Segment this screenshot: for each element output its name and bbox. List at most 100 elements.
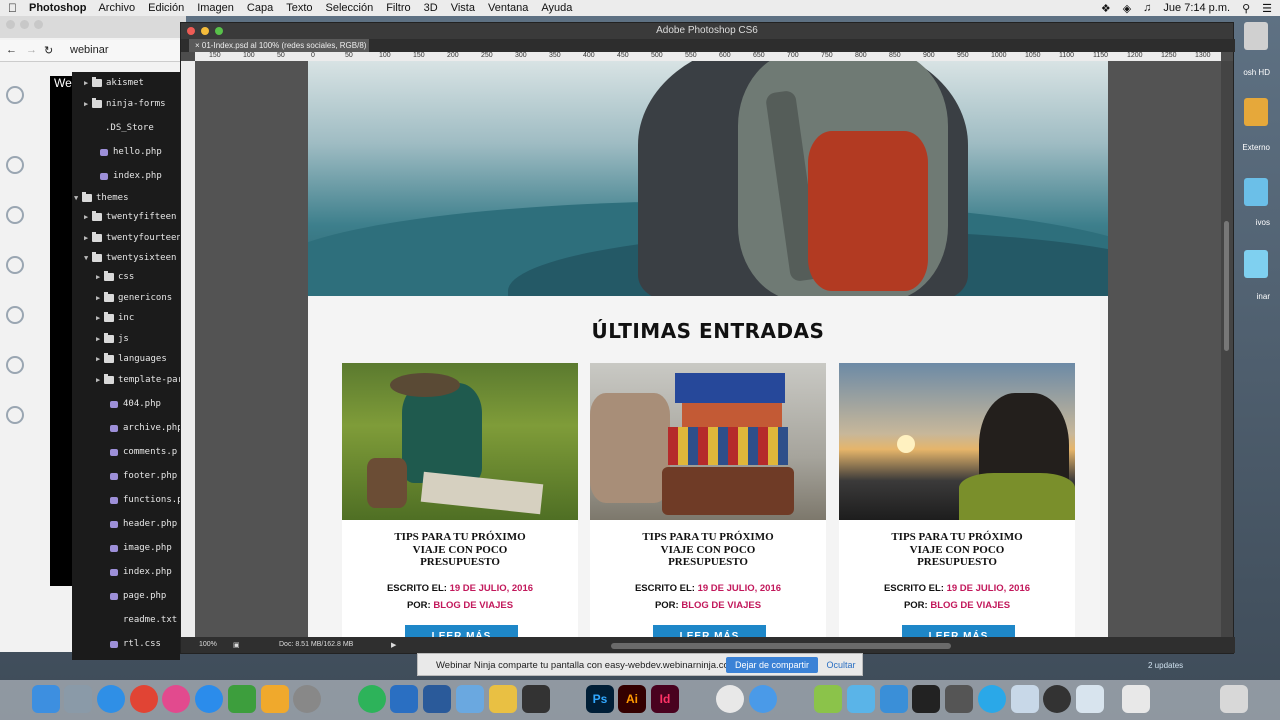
menu-edicion[interactable]: Edición [148, 2, 184, 14]
tree-item[interactable]: page.php [110, 589, 166, 603]
menu-archivo[interactable]: Archivo [98, 2, 135, 14]
tree-item[interactable]: ▶ ninja-forms [84, 97, 166, 111]
tree-item[interactable]: ▼ twentysixteen [84, 251, 176, 265]
hide-button[interactable]: Ocultar [822, 657, 860, 673]
virtualbox-icon[interactable] [456, 685, 484, 713]
tree-item[interactable]: functions.ph [110, 493, 180, 507]
zoom-dot-icon[interactable] [215, 27, 223, 35]
evernote-icon[interactable] [228, 685, 256, 713]
wifi-icon[interactable]: ◈ [1123, 2, 1131, 15]
expand-arrow-icon[interactable]: ▶ [96, 376, 104, 384]
tree-item[interactable]: 404.php [110, 397, 161, 411]
ps-canvas[interactable]: ÚLTIMAS ENTRADAS TIPS PARA TU PRÓXIMO VI… [195, 61, 1221, 639]
minimize-dot-icon[interactable] [201, 27, 209, 35]
menu-vista[interactable]: Vista [451, 2, 475, 14]
close-tab-icon[interactable]: × [195, 41, 202, 50]
dropbox-icon[interactable]: ❖ [1101, 2, 1111, 15]
expand-arrow-icon[interactable]: ▶ [84, 79, 92, 87]
tree-item[interactable]: readme.txt [110, 613, 177, 627]
chrome-icon[interactable] [130, 685, 158, 713]
expand-arrow-icon[interactable]: ▶ [84, 213, 92, 221]
screenflow-icon[interactable] [945, 685, 973, 713]
menu-3d[interactable]: 3D [424, 2, 438, 14]
zoom-level[interactable]: 100% [199, 641, 217, 648]
tree-item[interactable]: ▶ inc [96, 311, 134, 325]
terminal-icon[interactable] [912, 685, 940, 713]
globe-icon[interactable] [6, 206, 24, 224]
mail-icon[interactable] [749, 685, 777, 713]
launchpad-icon[interactable] [64, 685, 92, 713]
tree-item[interactable]: ▶ template-par [96, 373, 180, 387]
notifications-icon[interactable]: ☰ [1262, 2, 1272, 15]
browser-address[interactable]: webinar [70, 44, 109, 56]
tree-item[interactable]: image.php [110, 541, 172, 555]
expand-arrow-icon[interactable]: ▶ [96, 355, 104, 363]
volume-icon[interactable]: ♫ [1143, 2, 1151, 14]
tree-item[interactable]: footer.php [110, 469, 177, 483]
photoshop-app-icon[interactable]: Ps [586, 685, 614, 713]
tree-item[interactable]: index.php [100, 169, 162, 183]
menu-texto[interactable]: Texto [286, 2, 312, 14]
sketch-icon[interactable] [261, 685, 289, 713]
itunes-icon[interactable] [162, 685, 190, 713]
stop-sharing-button[interactable]: Dejar de compartir [726, 657, 818, 673]
home-icon[interactable] [6, 156, 24, 174]
document-tab[interactable]: × 01-Index.psd al 100% (redes sociales, … [189, 39, 369, 52]
apple-menu-icon[interactable]:  [8, 1, 17, 15]
ps-vertical-scrollbar[interactable] [1221, 61, 1233, 639]
network-icon[interactable] [6, 306, 24, 324]
tree-item[interactable]: .DS_Store [92, 121, 154, 135]
desktop-label[interactable]: Externo [1242, 143, 1270, 152]
tree-item[interactable]: index.php [110, 565, 172, 579]
spotlight-icon[interactable]: ⚲ [1242, 2, 1250, 15]
preferences-icon[interactable] [293, 685, 321, 713]
external-drive-icon[interactable] [1244, 98, 1268, 126]
finder-icon[interactable] [32, 685, 60, 713]
back-icon[interactable]: ← [6, 44, 17, 56]
close-dot-icon[interactable] [6, 20, 15, 29]
tree-item[interactable]: ▶ css [96, 270, 134, 284]
tree-item[interactable]: ▶ js [96, 332, 129, 346]
expand-arrow-icon[interactable]: ▶ [96, 273, 104, 281]
dashboard-icon[interactable] [6, 256, 24, 274]
ruler-horizontal[interactable]: 150 100 50 0 50 100 150 200 250 300 350 … [195, 52, 1221, 61]
tree-item[interactable]: archive.php [110, 421, 180, 435]
scroll-thumb[interactable] [1224, 221, 1229, 351]
collapse-arrow-icon[interactable]: ▼ [74, 194, 82, 202]
status-menu-icon[interactable]: ▣ [233, 641, 240, 649]
coda-icon[interactable] [847, 685, 875, 713]
wp-logo-icon[interactable] [6, 86, 24, 104]
desktop-label[interactable]: ivos [1256, 218, 1270, 227]
forward-icon[interactable]: → [26, 44, 37, 56]
tree-item[interactable]: ▶ akismet [84, 76, 144, 90]
ruler-vertical[interactable] [181, 61, 195, 639]
safari-icon[interactable] [97, 685, 125, 713]
status-arrow-icon[interactable]: ▶ [391, 641, 396, 649]
tree-item[interactable]: comments.p [110, 445, 177, 459]
desktop-label[interactable]: osh HD [1243, 68, 1270, 77]
transmit-icon[interactable] [880, 685, 908, 713]
expand-arrow-icon[interactable]: ▶ [96, 294, 104, 302]
minimize-dot-icon[interactable] [20, 20, 29, 29]
tree-item[interactable]: ▶ genericons [96, 291, 172, 305]
menu-capa[interactable]: Capa [247, 2, 273, 14]
reload-icon[interactable]: ↻ [44, 44, 53, 57]
menu-imagen[interactable]: Imagen [197, 2, 234, 14]
clock[interactable]: Jue 7:14 p.m. [1163, 2, 1230, 14]
sourcetree-icon[interactable] [358, 685, 386, 713]
appstore-icon[interactable] [195, 685, 223, 713]
android-icon[interactable] [814, 685, 842, 713]
folder-icon[interactable] [1076, 685, 1104, 713]
expand-arrow-icon[interactable]: ▶ [96, 314, 104, 322]
trash-icon[interactable] [1220, 685, 1248, 713]
tree-item[interactable]: ▼ themes [74, 191, 129, 205]
close-dot-icon[interactable] [187, 27, 195, 35]
illustrator-app-icon[interactable]: Ai [618, 685, 646, 713]
tree-item[interactable]: hello.php [100, 145, 162, 159]
app-menu[interactable]: Photoshop [29, 2, 86, 14]
tree-item[interactable]: ▶ twentyfourteen [84, 231, 180, 245]
menu-filtro[interactable]: Filtro [386, 2, 410, 14]
github-icon[interactable] [716, 685, 744, 713]
indesign-app-icon[interactable]: Id [651, 685, 679, 713]
zoom-dot-icon[interactable] [34, 20, 43, 29]
